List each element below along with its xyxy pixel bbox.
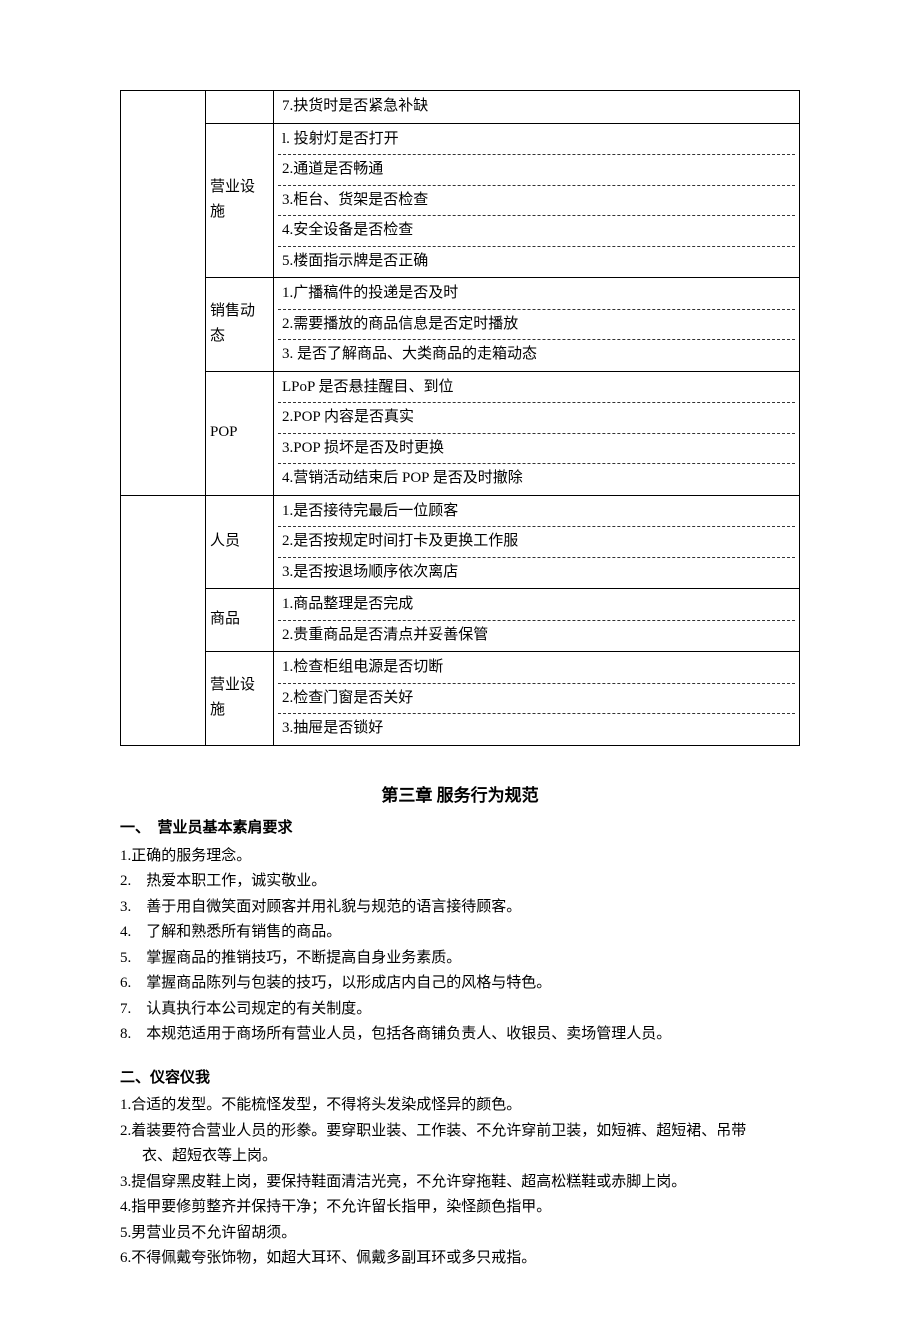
grp-label-2: 销售动态 <box>206 278 274 372</box>
item: 4.安全设备是否检查 <box>278 216 795 247</box>
grp-label-1: 营业设施 <box>206 123 274 278</box>
grp2-items-1: 1.商品整理是否完成 2.贵重商品是否清点并妥善保管 <box>274 589 800 652</box>
block2-left <box>121 495 206 745</box>
list-item-cont: 衣、超短衣等上岗。 <box>120 1144 800 1170</box>
section-2-title: 二、仪容仪我 <box>120 1066 800 1092</box>
item: 3.是否按退场顺序依次离店 <box>278 557 795 587</box>
list-item: 4.指甲要修剪整齐并保持干净；不允许留长指甲，染怪颜色指甲。 <box>120 1195 800 1221</box>
grp-items-3: LPoP 是否悬挂醒目、到位 2.POP 内容是否真实 3.POP 损坏是否及时… <box>274 371 800 495</box>
list-item: 5. 掌握商品的推销技巧，不断提高自身业务素质。 <box>120 946 800 972</box>
list-item: 2. 热爱本职工作，诚实敬业。 <box>120 869 800 895</box>
list-item: 5.男营业员不允许留胡须。 <box>120 1221 800 1247</box>
item: 2.通道是否畅通 <box>278 155 795 186</box>
item: 2.贵重商品是否清点并妥善保管 <box>278 620 795 650</box>
item: 5.楼面指示牌是否正确 <box>278 246 795 276</box>
list-item: 1.正确的服务理念。 <box>120 844 800 870</box>
checklist-table: 7.抉货时是否紧急补缺 营业设施 l. 投射灯是否打开 2.通道是否畅通 3.柜… <box>120 90 800 746</box>
grp-items-2: 1.广播稿件的投递是否及时 2.需要播放的商品信息是否定时播放 3. 是否了解商… <box>274 278 800 372</box>
grp2-items-2: 1.检查柜组电源是否切断 2.检查门窗是否关好 3.抽屉是否锁好 <box>274 652 800 746</box>
item: 2.检查门窗是否关好 <box>278 683 795 714</box>
item: 3. 是否了解商品、大类商品的走箱动态 <box>278 340 795 370</box>
item: 3.抽屉是否锁好 <box>278 714 795 744</box>
item: 1.是否接待完最后一位顾客 <box>278 497 795 527</box>
list-item: 7. 认真执行本公司规定的有关制度。 <box>120 997 800 1023</box>
list-item: 8. 本规范适用于商场所有营业人员，包括各商铺负责人、收银员、卖场管理人员。 <box>120 1022 800 1048</box>
grp-label-0 <box>206 91 274 124</box>
section-1-title: 一、 营业员基本素肩要求 <box>120 816 800 842</box>
list-item: 4. 了解和熟悉所有销售的商品。 <box>120 920 800 946</box>
item: 3.POP 损坏是否及时更换 <box>278 433 795 464</box>
chapter-title: 第三章 服务行为规范 <box>120 782 800 811</box>
item: 1.广播稿件的投递是否及时 <box>278 279 795 309</box>
list-item: 1.合适的发型。不能梳怪发型，不得将头发染成怪异的颜色。 <box>120 1093 800 1119</box>
grp2-label-2: 营业设施 <box>206 652 274 746</box>
grp2-label-1: 商品 <box>206 589 274 652</box>
section-1-list: 1.正确的服务理念。 2. 热爱本职工作，诚实敬业。 3. 善于用自微笑面对顾客… <box>120 844 800 1048</box>
item: 7.抉货时是否紧急补缺 <box>278 92 795 122</box>
item: 2.POP 内容是否真实 <box>278 403 795 434</box>
item: 4.营销活动结束后 POP 是否及时撤除 <box>278 464 795 494</box>
block1-left <box>121 91 206 496</box>
list-item: 6.不得佩戴夸张饰物，如超大耳环、佩戴多副耳环或多只戒指。 <box>120 1246 800 1272</box>
item: 2.需要播放的商品信息是否定时播放 <box>278 309 795 340</box>
list-item: 3. 善于用自微笑面对顾客并用礼貌与规范的语言接待顾客。 <box>120 895 800 921</box>
grp2-label-0: 人员 <box>206 495 274 589</box>
item: l. 投射灯是否打开 <box>278 125 795 155</box>
grp-label-3: POP <box>206 371 274 495</box>
list-item: 2.着装要符合营业人员的形豢。要穿职业装、工作装、不允许穿前卫装，如短裤、超短裙… <box>120 1119 800 1145</box>
item: 3.柜台、货架是否检查 <box>278 185 795 216</box>
item: LPoP 是否悬挂醒目、到位 <box>278 373 795 403</box>
grp2-items-0: 1.是否接待完最后一位顾客 2.是否按规定时间打卡及更换工作服 3.是否按退场顺… <box>274 495 800 589</box>
item: 1.商品整理是否完成 <box>278 590 795 620</box>
grp-items-0: 7.抉货时是否紧急补缺 <box>274 91 800 124</box>
list-item: 6. 掌握商品陈列与包装的技巧，以形成店内自己的风格与特色。 <box>120 971 800 997</box>
grp-items-1: l. 投射灯是否打开 2.通道是否畅通 3.柜台、货架是否检查 4.安全设备是否… <box>274 123 800 278</box>
item: 2.是否按规定时间打卡及更换工作服 <box>278 527 795 558</box>
item: 1.检查柜组电源是否切断 <box>278 653 795 683</box>
section-2-list: 1.合适的发型。不能梳怪发型，不得将头发染成怪异的颜色。 2.着装要符合营业人员… <box>120 1093 800 1272</box>
list-item: 3.提倡穿黑皮鞋上岗，要保持鞋面清洁光亮，不允许穿拖鞋、超高松糕鞋或赤脚上岗。 <box>120 1170 800 1196</box>
